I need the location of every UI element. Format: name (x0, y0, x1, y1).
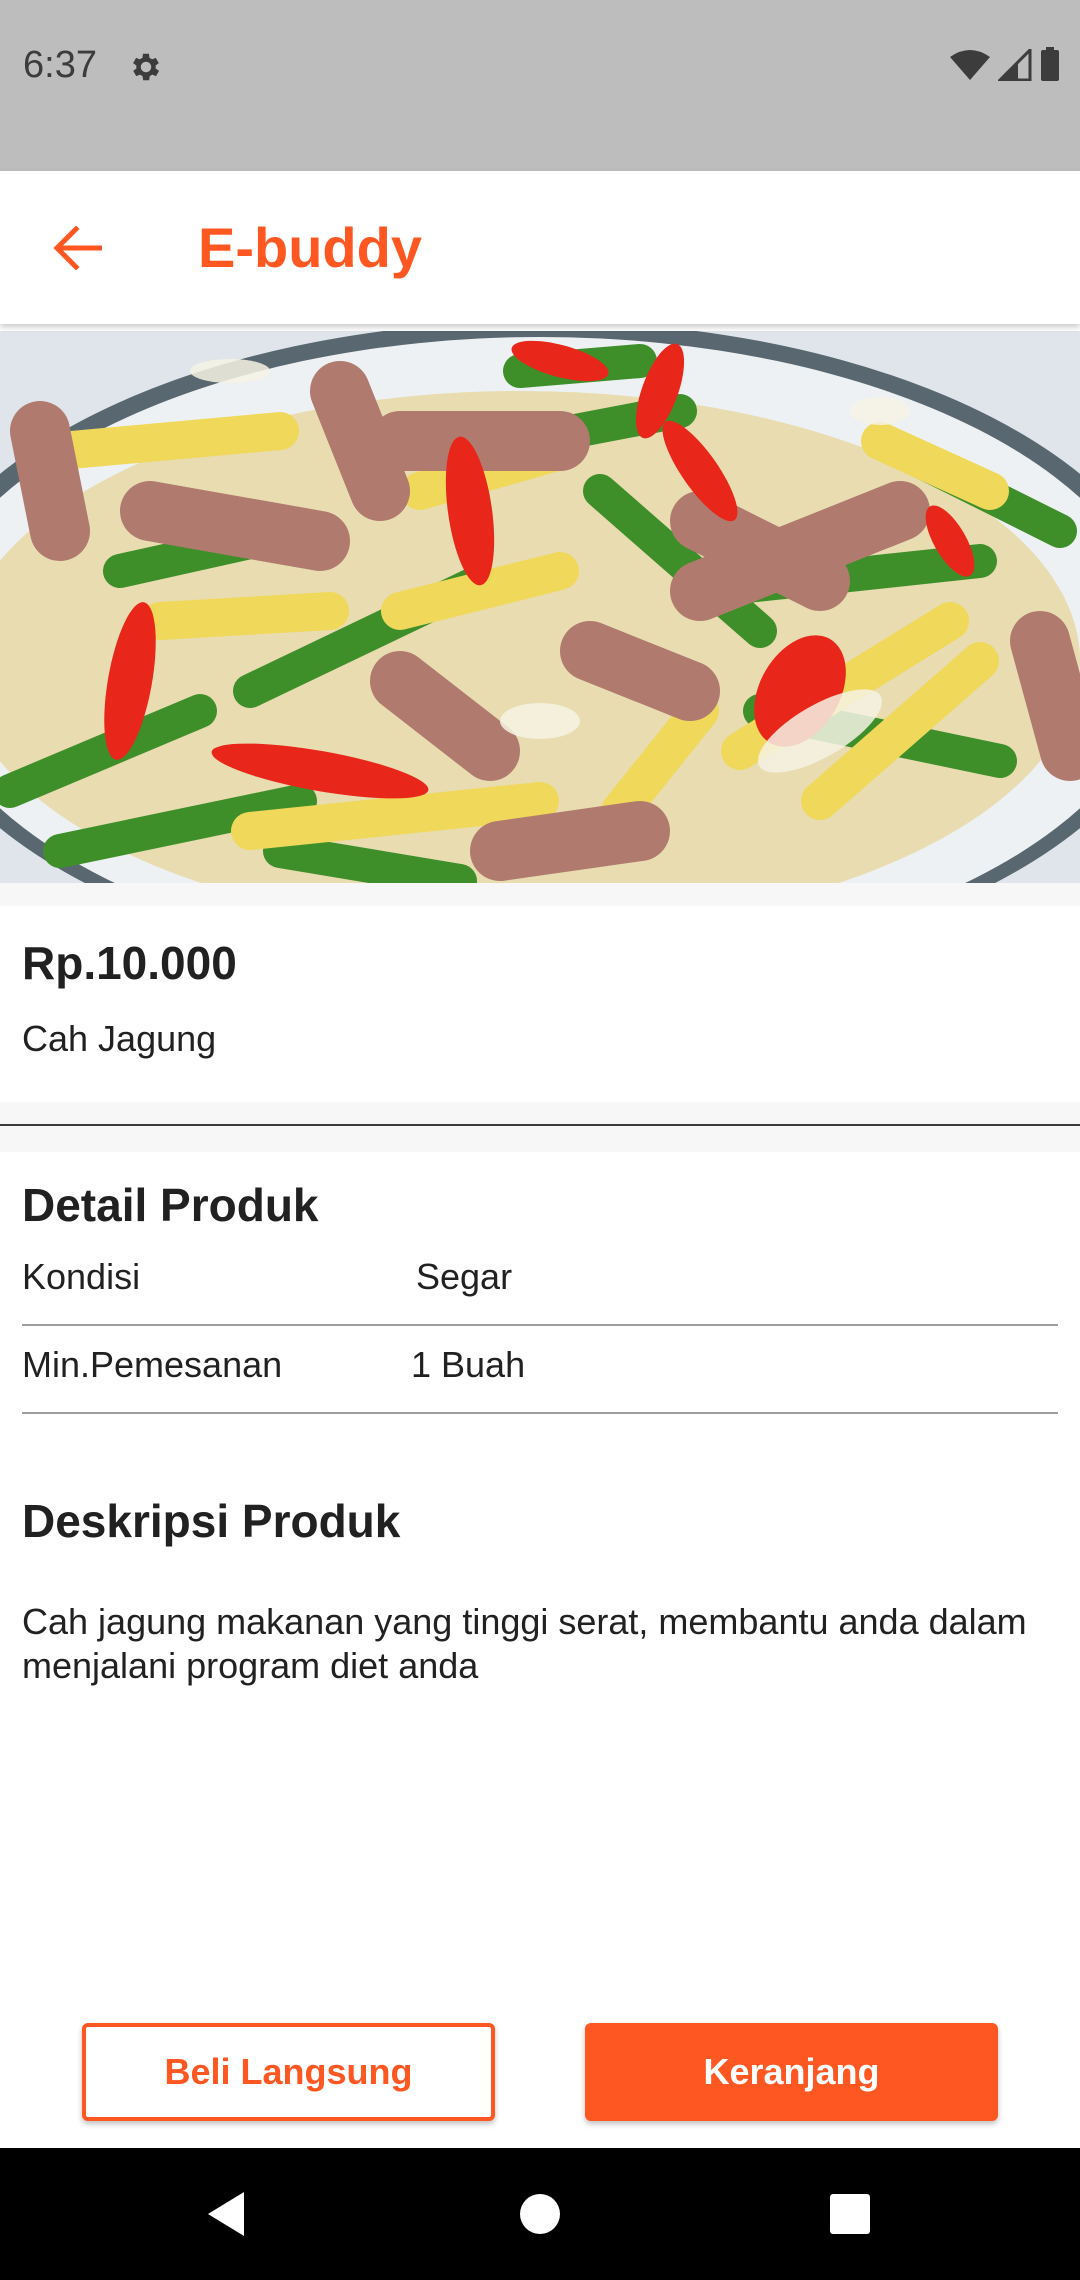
detail-label: Kondisi (22, 1256, 141, 1297)
price-section: Rp.10.000 Cah Jagung (0, 906, 1080, 1102)
detail-row-min-pemesanan: Min.Pemesanan 1 Buah (22, 1326, 1058, 1414)
app-title: E-buddy (198, 216, 422, 279)
detail-value: 1 Buah (411, 1344, 526, 1385)
back-triangle-icon[interactable] (196, 2184, 256, 2244)
section-gap (0, 1102, 1080, 1124)
navigation-bar (0, 2148, 1080, 2280)
battery-icon (1040, 47, 1060, 86)
status-bar: 6:37 (0, 0, 1080, 171)
app-bar: E-buddy (0, 171, 1080, 324)
home-circle-icon[interactable] (510, 2184, 570, 2244)
cart-button[interactable]: Keranjang (585, 2023, 998, 2121)
description-title: Deskripsi Produk (22, 1495, 401, 1547)
gear-icon (128, 49, 164, 85)
section-gap (0, 883, 1080, 906)
wifi-icon (950, 49, 990, 86)
back-button[interactable] (40, 211, 114, 285)
section-gap (0, 1126, 1080, 1152)
product-price: Rp.10.000 (22, 937, 237, 989)
product-image (0, 331, 1080, 883)
arrow-left-icon (53, 226, 102, 270)
status-time: 6:37 (23, 44, 97, 86)
product-name: Cah Jagung (22, 1018, 217, 1059)
recents-square-icon[interactable] (820, 2184, 880, 2244)
detail-row-kondisi: Kondisi Segar (22, 1238, 1058, 1326)
status-icons (950, 46, 1060, 86)
description-text: Cah jagung makanan yang tinggi serat, me… (22, 1601, 1027, 1686)
detail-label: Min.Pemesanan (22, 1344, 283, 1385)
detail-value: Segar (416, 1256, 513, 1297)
signal-icon (996, 46, 1032, 86)
detail-title: Detail Produk (22, 1179, 319, 1231)
buy-now-button[interactable]: Beli Langsung (82, 2023, 495, 2121)
